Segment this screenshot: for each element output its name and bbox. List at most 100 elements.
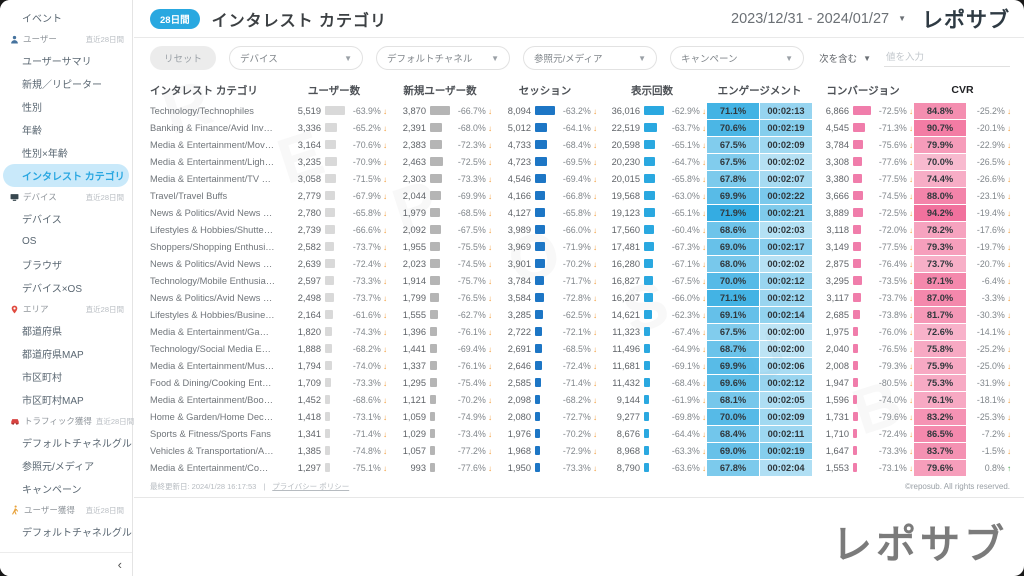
conversions-value: 3,149 <box>813 242 849 252</box>
sidebar-item[interactable]: キャンペーン <box>0 477 132 500</box>
header-sessions[interactable]: セッション <box>493 83 597 98</box>
views-value: 20,230 <box>598 157 640 167</box>
cvr-change: -1.5% ↓ <box>967 446 1011 456</box>
sessions-value: 2,722 <box>493 327 531 337</box>
user-icon <box>10 35 19 44</box>
sidebar-item[interactable]: デバイス <box>0 207 132 230</box>
filter-dropdown[interactable]: キャンペーン▼ <box>670 46 804 70</box>
sessions-bar <box>532 140 554 149</box>
header-views[interactable]: 表示回数 <box>598 83 706 98</box>
engagement-rate-cell: 67.5% <box>707 137 759 153</box>
sidebar-item[interactable]: OS <box>0 230 132 253</box>
engagement-time-cell: 00:02:21 <box>760 205 812 221</box>
sessions-bar <box>532 225 554 234</box>
header-category[interactable]: インタレスト カテゴリ <box>150 83 280 98</box>
sidebar-item[interactable]: 市区町村 <box>0 365 132 388</box>
arrow-down-icon: ↓ <box>700 175 706 184</box>
conversions-value: 1,647 <box>813 446 849 456</box>
conversions-change: -77.6% ↓ <box>871 157 913 167</box>
new-users-change-value: -69.9% <box>458 191 486 201</box>
privacy-policy-link[interactable]: プライバシー ポリシー <box>272 481 349 492</box>
conversions-value: 1,710 <box>813 429 849 439</box>
sidebar-item[interactable]: 都道府県MAP <box>0 342 132 365</box>
sidebar-item[interactable]: イベント <box>0 6 132 29</box>
new-users-change: -77.2% ↓ <box>450 446 492 456</box>
reset-button[interactable]: リセット <box>150 46 216 70</box>
sessions-bar <box>532 174 554 183</box>
header-conversions[interactable]: コンバージョン <box>813 83 913 98</box>
engagement-rate-cell: 70.0% <box>707 273 759 289</box>
collapse-sidebar-icon[interactable]: ‹ <box>118 558 122 571</box>
category-cell: Technology/Technophiles <box>150 106 280 116</box>
views-value: 19,568 <box>598 191 640 201</box>
sidebar-section-header: デバイス直近28日間 <box>0 187 132 207</box>
sidebar-item-active[interactable]: インタレスト カテゴリ <box>3 164 129 187</box>
sessions-change-value: -70.2% <box>563 429 591 439</box>
conversions-change-value: -77.5% <box>879 174 907 184</box>
date-range-picker[interactable]: 2023/12/31 - 2024/01/27 ▼ <box>731 11 906 27</box>
filter-dropdown[interactable]: デバイス▼ <box>229 46 363 70</box>
header-new-users[interactable]: 新規ユーザー数 <box>388 83 492 98</box>
sidebar-item[interactable]: デフォルトチャネルグループ <box>0 431 132 454</box>
table-row: Food & Dining/Cooking Enthus...1,709-73.… <box>150 374 1018 391</box>
sessions-bar <box>532 157 554 166</box>
new-users-value: 2,023 <box>388 259 426 269</box>
conversions-change: -80.5% ↓ <box>871 378 913 388</box>
cvr-cell: 81.7% <box>914 307 966 323</box>
sidebar-item[interactable]: 性別×年齢 <box>0 141 132 164</box>
arrow-down-icon: ↓ <box>907 243 913 252</box>
arrow-down-icon: ↓ <box>486 260 492 269</box>
sidebar-item[interactable]: 市区町村MAP <box>0 388 132 411</box>
arrow-down-icon: ↓ <box>591 430 597 439</box>
arrow-down-icon: ↓ <box>700 192 706 201</box>
category-cell: Media & Entertainment/Movie ... <box>150 140 280 150</box>
filter-dropdown[interactable]: デフォルトチャネル▼ <box>376 46 510 70</box>
conversions-change-value: -74.0% <box>879 395 907 405</box>
header-engagement[interactable]: エンゲージメント <box>707 83 812 98</box>
arrow-down-icon: ↓ <box>907 396 913 405</box>
header-users[interactable]: ユーザー数 <box>281 83 387 98</box>
sidebar-item-label: 新規／リピーター <box>22 76 102 91</box>
sessions-bar <box>532 208 554 217</box>
sidebar-item[interactable]: ブラウザ <box>0 253 132 276</box>
arrow-down-icon: ↓ <box>381 294 387 303</box>
sidebar-section-label: トラフィック獲得 <box>24 415 92 427</box>
arrow-down-icon: ↓ <box>700 447 706 456</box>
users-value: 1,341 <box>281 429 321 439</box>
engagement-rate-cell: 69.0% <box>707 239 759 255</box>
sidebar-item[interactable]: ユーザーサマリ <box>0 49 132 72</box>
engagement-time-cell: 00:02:02 <box>760 154 812 170</box>
sidebar-item[interactable]: デバイス×OS <box>0 276 132 299</box>
arrow-down-icon: ↓ <box>1005 141 1011 150</box>
sidebar-item[interactable]: 都道府県 <box>0 319 132 342</box>
cvr-change: -31.9% ↓ <box>967 378 1011 388</box>
sidebar-item[interactable]: 性別 <box>0 95 132 118</box>
sessions-change-value: -71.4% <box>563 378 591 388</box>
sidebar-item[interactable]: デフォルトチャネルグループ <box>0 520 132 543</box>
new-users-change-value: -73.3% <box>458 174 486 184</box>
sidebar-item[interactable]: 新規／リピーター <box>0 72 132 95</box>
filter-dropdown[interactable]: 参照元/メディア▼ <box>523 46 657 70</box>
sidebar-item[interactable]: 参照元/メディア <box>0 454 132 477</box>
new-users-value: 1,029 <box>388 429 426 439</box>
views-change: -62.9% ↓ <box>664 106 706 116</box>
conversions-change-value: -72.0% <box>879 225 907 235</box>
cvr-cell: 70.0% <box>914 154 966 170</box>
table-row: Shoppers/Shopping Enthusiasts2,582-73.7%… <box>150 238 1018 255</box>
arrow-down-icon: ↓ <box>700 396 706 405</box>
arrow-down-icon: ↓ <box>486 192 492 201</box>
card-footer: 最終更新日: 2024/1/28 16:17:53 | プライバシー ポリシー … <box>134 476 1024 492</box>
conversions-change-value: -77.5% <box>879 242 907 252</box>
users-change: -73.7% ↓ <box>345 293 387 303</box>
sidebar-item[interactable]: 年齢 <box>0 118 132 141</box>
sessions-bar <box>532 259 554 268</box>
sessions-value: 2,585 <box>493 378 531 388</box>
new-users-bar <box>427 140 449 149</box>
arrow-down-icon: ↓ <box>1005 328 1011 337</box>
header-cvr[interactable]: CVR <box>914 84 1011 96</box>
filter-value-input[interactable] <box>884 49 1010 67</box>
conversions-change: -73.5% ↓ <box>871 276 913 286</box>
engagement-time-cell: 00:02:14 <box>760 307 812 323</box>
condition-dropdown[interactable]: 次を含む ▼ <box>819 51 871 65</box>
conversions-change-value: -76.4% <box>879 259 907 269</box>
